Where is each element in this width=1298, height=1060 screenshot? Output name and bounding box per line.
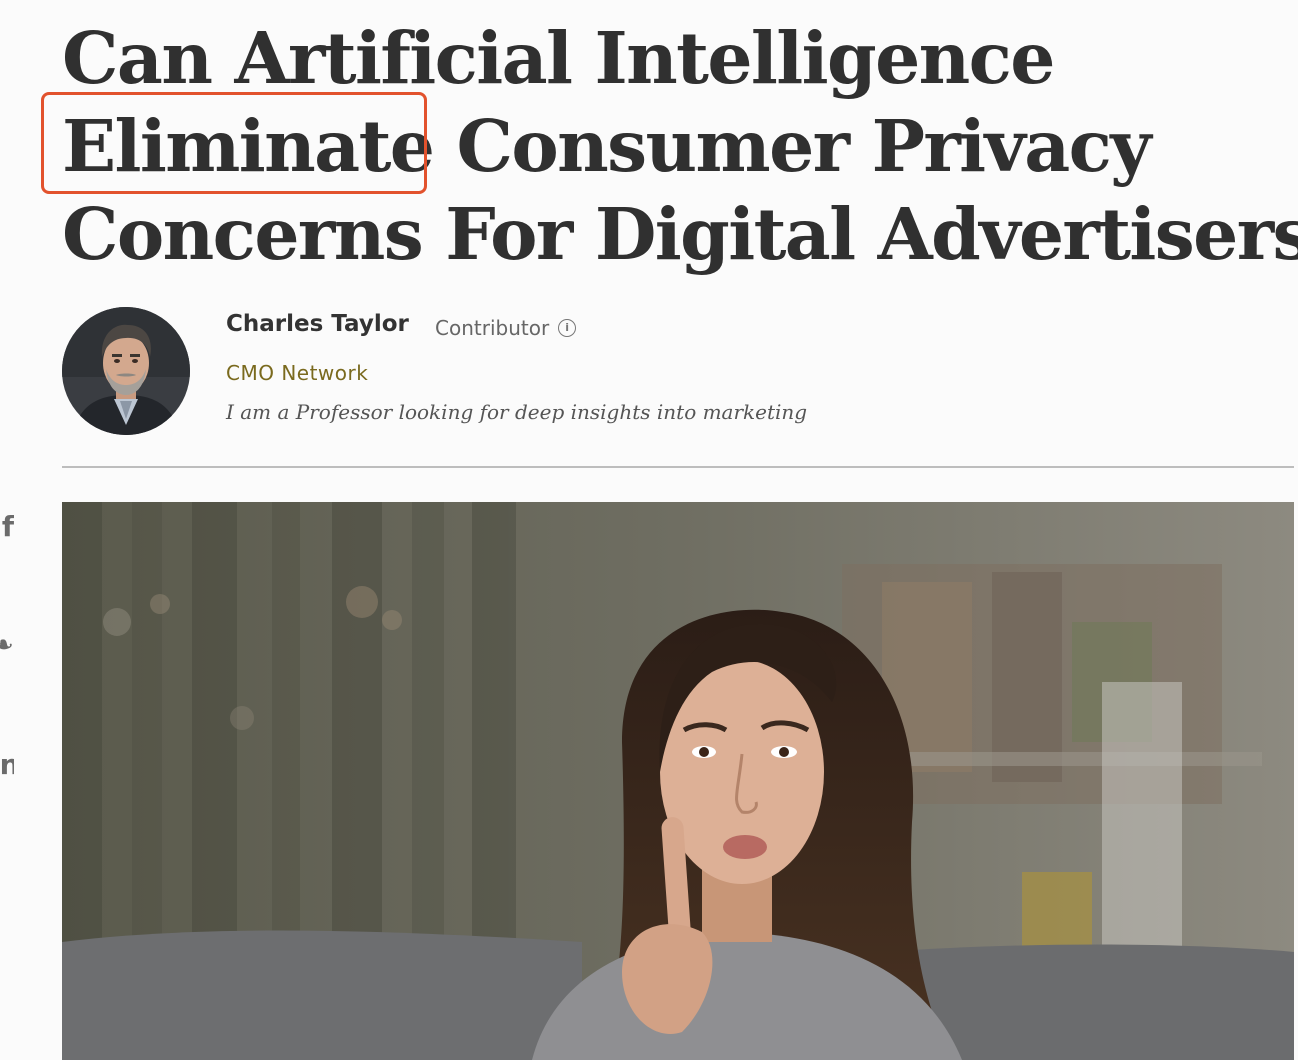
author-role-label: Contributor (435, 316, 550, 340)
headline-line-1: Can Artificial Intelligence (62, 16, 1055, 100)
facebook-share-icon[interactable]: f (0, 510, 14, 543)
info-icon[interactable]: i (558, 319, 577, 337)
author-role: Contributor i (435, 316, 577, 340)
headline-line-3: Concerns For Digital Advertisers? (62, 192, 1298, 276)
network-link[interactable]: CMO Network (226, 361, 368, 385)
twitter-share-icon[interactable]: ❧ (0, 628, 14, 661)
highlight-box-eliminate (41, 92, 427, 194)
author-avatar-photo (62, 307, 190, 435)
header-divider (62, 466, 1294, 468)
author-avatar[interactable] (62, 307, 190, 435)
hero-image (62, 502, 1294, 1060)
woman-finger-on-lips-photo (62, 502, 1294, 1060)
author-bio: I am a Professor looking for deep insigh… (226, 400, 808, 424)
linkedin-share-icon[interactable]: in (0, 748, 14, 781)
author-name-link[interactable]: Charles Taylor (226, 311, 409, 337)
